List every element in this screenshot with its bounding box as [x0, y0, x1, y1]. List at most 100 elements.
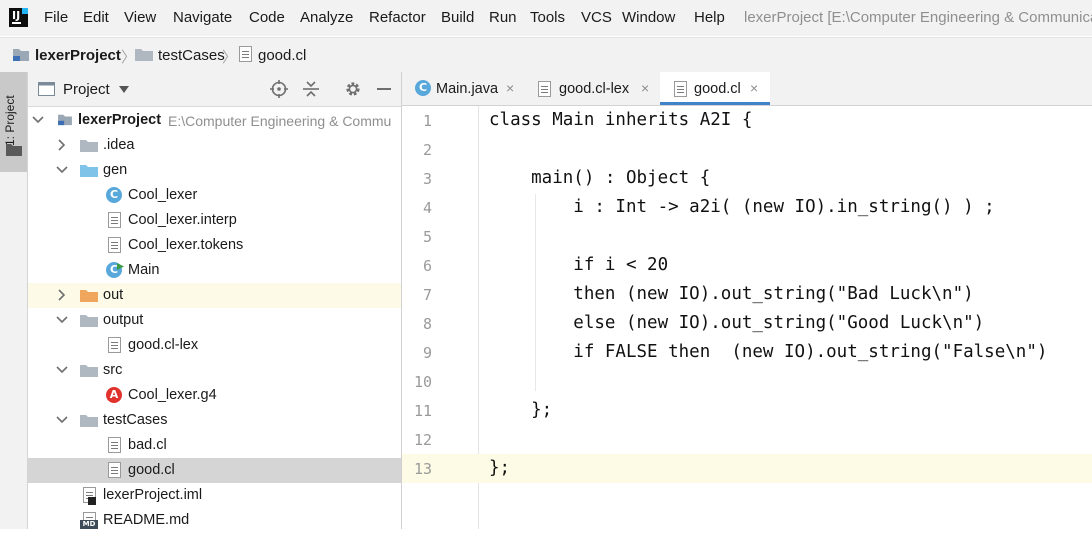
line-number: 8 [422, 315, 432, 333]
code-line[interactable]: 7 then (new IO).out_string("Bad Luck\n") [402, 280, 1092, 309]
menu-window[interactable]: Window [622, 9, 675, 26]
project-view-selector[interactable]: Project [63, 81, 110, 98]
code-line[interactable]: 6 if i < 20 [402, 251, 1092, 280]
code-line[interactable]: 4 i : Int -> a2i( (new IO).in_string() )… [402, 193, 1092, 222]
code-text[interactable]: if FALSE then (new IO).out_string("False… [489, 342, 1047, 362]
code-line[interactable]: 13}; [402, 454, 1092, 483]
line-number: 1 [422, 112, 432, 130]
code-text[interactable]: then (new IO).out_string("Bad Luck\n") [489, 284, 973, 304]
tree-row-project-root[interactable]: lexerProject E:\Computer Engineering & C… [28, 108, 401, 133]
chevron-down-icon[interactable] [56, 164, 68, 176]
tree-row-testcases[interactable]: testCases [28, 408, 401, 433]
chevron-right-icon[interactable] [56, 139, 68, 151]
code-line[interactable]: 5 [402, 222, 1092, 251]
tab-main-java[interactable]: C Main.java × [403, 72, 523, 105]
file-icon [108, 462, 121, 478]
tree-row-cool-lexer-interp[interactable]: Cool_lexer.interp [28, 208, 401, 233]
chevron-down-icon[interactable] [56, 314, 68, 326]
collapse-all-icon[interactable] [302, 80, 320, 98]
tree-label: testCases [103, 412, 168, 428]
folder-icon [6, 144, 22, 156]
tab-good-cl[interactable]: good.cl × [660, 72, 770, 105]
tree-row-good-cl[interactable]: good.cl [28, 458, 401, 483]
tree-row-idea[interactable]: .idea [28, 133, 401, 158]
line-number: 10 [413, 373, 432, 391]
code-text[interactable]: }; [489, 458, 510, 478]
tree-row-readme[interactable]: MD README.md [28, 508, 401, 533]
code-line[interactable]: 12 [402, 425, 1092, 454]
code-text[interactable]: }; [489, 400, 552, 420]
menu-file[interactable]: File [44, 9, 68, 26]
chevron-down-icon[interactable] [32, 114, 44, 126]
intellij-logo-icon: IJ [9, 8, 28, 27]
chevron-down-icon[interactable] [56, 364, 68, 376]
menu-edit[interactable]: Edit [83, 9, 109, 26]
line-number: 9 [422, 344, 432, 362]
close-icon[interactable]: × [750, 80, 758, 96]
tree-row-src[interactable]: src [28, 358, 401, 383]
code-line[interactable]: 11 }; [402, 396, 1092, 425]
tree-label: good.cl-lex [128, 337, 199, 353]
tree-row-gen[interactable]: gen [28, 158, 401, 183]
tree-label: Main [128, 262, 160, 278]
code-text[interactable]: class Main inherits A2I { [489, 110, 752, 130]
tree-row-iml[interactable]: lexerProject.iml [28, 483, 401, 508]
run-badge-icon [117, 263, 124, 270]
folder-icon [135, 49, 153, 61]
menu-analyze[interactable]: Analyze [300, 9, 353, 26]
tree-label: .idea [103, 137, 135, 153]
menu-refactor[interactable]: Refactor [369, 9, 426, 26]
tree-row-main[interactable]: C Main [28, 258, 401, 283]
chevron-down-icon[interactable] [119, 86, 129, 93]
tree-row-bad-cl[interactable]: bad.cl [28, 433, 401, 458]
chevron-down-icon[interactable] [56, 414, 68, 426]
line-number: 2 [422, 141, 432, 159]
menu-code[interactable]: Code [249, 9, 285, 26]
line-number: 4 [422, 199, 432, 217]
menu-view[interactable]: View [124, 9, 156, 26]
code-text[interactable]: if i < 20 [489, 255, 668, 275]
tree-row-cool-lexer[interactable]: C Cool_lexer [28, 183, 401, 208]
code-line[interactable]: 2 [402, 135, 1092, 164]
menu-help[interactable]: Help [694, 9, 725, 26]
code-line[interactable]: 1 class Main inherits A2I { [402, 106, 1092, 135]
window-title: lexerProject [E:\Computer Engineering & … [744, 9, 1092, 26]
line-number: 12 [413, 431, 432, 449]
code-line[interactable]: 10 [402, 367, 1092, 396]
menu-vcs[interactable]: VCS [581, 9, 612, 26]
tree-label: lexerProject [78, 112, 162, 128]
code-text[interactable]: main() : Object { [489, 168, 710, 188]
breadcrumb-folder[interactable]: testCases [158, 47, 225, 64]
code-line[interactable]: 9 if FALSE then (new IO).out_string("Fal… [402, 338, 1092, 367]
line-number: 11 [413, 402, 432, 420]
menu-tools[interactable]: Tools [530, 9, 565, 26]
line-number: 7 [422, 286, 432, 304]
tree-row-cool-lexer-g4[interactable]: A Cool_lexer.g4 [28, 383, 401, 408]
menu-build[interactable]: Build [441, 9, 474, 26]
close-icon[interactable]: × [641, 80, 649, 96]
gear-icon[interactable] [344, 80, 362, 98]
indent-guide [535, 194, 536, 391]
code-line[interactable]: 8 else (new IO).out_string("Good Luck\n"… [402, 309, 1092, 338]
tree-row-out[interactable]: out [28, 283, 401, 308]
menu-navigate[interactable]: Navigate [173, 9, 232, 26]
close-icon[interactable]: × [506, 80, 514, 96]
chevron-right-icon[interactable] [56, 289, 68, 301]
class-icon: C [106, 187, 122, 203]
tree-row-output[interactable]: output [28, 308, 401, 333]
tree-row-good-cl-lex[interactable]: good.cl-lex [28, 333, 401, 358]
code-text[interactable]: i : Int -> a2i( (new IO).in_string() ) ; [489, 197, 994, 217]
code-text[interactable]: else (new IO).out_string("Good Luck\n") [489, 313, 984, 333]
breadcrumb-project[interactable]: lexerProject [35, 47, 121, 64]
breadcrumb-file[interactable]: good.cl [258, 47, 306, 64]
code-line[interactable]: 3 main() : Object { [402, 164, 1092, 193]
module-folder-icon [13, 49, 29, 61]
minimize-icon[interactable] [375, 80, 393, 98]
target-icon[interactable] [270, 80, 288, 98]
line-number: 13 [413, 460, 432, 478]
tree-label: Cool_lexer [128, 187, 198, 203]
menu-run[interactable]: Run [489, 9, 517, 26]
tab-good-cl-lex[interactable]: good.cl-lex × [524, 72, 659, 105]
tree-row-cool-lexer-tokens[interactable]: Cool_lexer.tokens [28, 233, 401, 258]
tree-label: lexerProject.iml [103, 487, 203, 503]
